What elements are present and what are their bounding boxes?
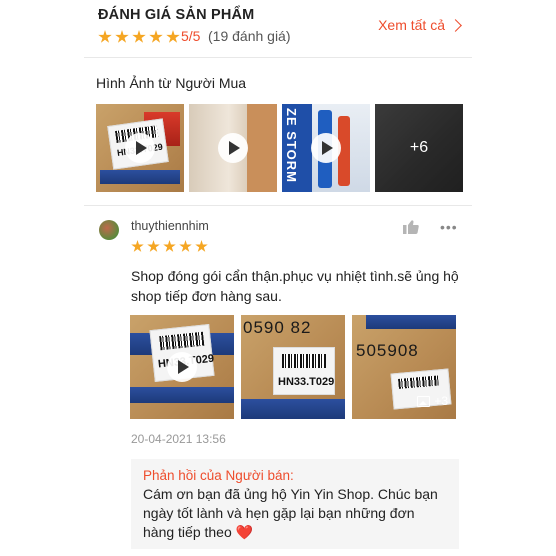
review-photos: HN33.T029 0590 82 HN33.T029 505908 +3 bbox=[130, 315, 456, 419]
review-photo-more[interactable]: 505908 +3 bbox=[352, 315, 456, 419]
star-icon bbox=[166, 30, 180, 43]
product-pack bbox=[241, 399, 345, 419]
star-icon bbox=[147, 240, 160, 252]
buyer-image-gallery: HN33.T029 ZE STORM +6 bbox=[96, 104, 463, 192]
buyer-video-thumb[interactable]: ZE STORM bbox=[282, 104, 370, 192]
star-icon bbox=[163, 240, 176, 252]
shipping-label: HN33.T029 bbox=[273, 347, 335, 395]
buyer-video-thumb[interactable] bbox=[189, 104, 277, 192]
heart-emoji: ❤️ bbox=[235, 524, 254, 540]
see-all-link[interactable]: Xem tất cả bbox=[378, 17, 462, 33]
barcode bbox=[282, 354, 326, 368]
seller-reply-title: Phản hồi của Người bán: bbox=[143, 468, 294, 483]
product-package: ZE STORM bbox=[282, 104, 312, 192]
star-icon bbox=[179, 240, 192, 252]
handwritten-digits: 0590 82 bbox=[243, 318, 312, 337]
label-code: HN33.T029 bbox=[278, 376, 335, 388]
review-stars bbox=[131, 240, 208, 253]
thumbs-up-icon[interactable] bbox=[403, 220, 419, 234]
image-icon bbox=[417, 395, 431, 407]
barcode bbox=[159, 331, 205, 351]
product-pack bbox=[100, 170, 180, 184]
divider bbox=[84, 57, 472, 58]
box-edge bbox=[247, 104, 277, 192]
more-images-count: +6 bbox=[375, 104, 463, 192]
review-text: Shop đóng gói cẩn thận.phục vụ nhiệt tìn… bbox=[131, 268, 459, 304]
see-all-label: Xem tất cả bbox=[378, 17, 445, 33]
star-icon bbox=[149, 30, 163, 43]
star-icon bbox=[132, 30, 146, 43]
rating-stars bbox=[98, 30, 180, 44]
ratings-title: ĐÁNH GIÁ SẢN PHẨM bbox=[98, 7, 255, 23]
rating-score: 5/5 bbox=[181, 28, 201, 44]
seller-reply-message: Cám ơn bạn đã ủng hộ Yin Yin Shop. Chúc … bbox=[143, 486, 438, 540]
buyer-video-thumb[interactable]: HN33.T029 bbox=[96, 104, 184, 192]
product-reviews-panel: ĐÁNH GIÁ SẢN PHẨM Xem tất cả 5/5 (19 đán… bbox=[84, 0, 472, 556]
seller-reply-text: Cám ơn bạn đã ủng hộ Yin Yin Shop. Chúc … bbox=[143, 485, 447, 542]
seller-reply: Phản hồi của Người bán: Cám ơn bạn đã ủn… bbox=[131, 459, 459, 549]
more-photos-count: +3 bbox=[434, 394, 448, 408]
play-icon bbox=[125, 133, 155, 163]
product-pack bbox=[366, 315, 456, 329]
reviewer-username[interactable]: thuythiennhim bbox=[131, 219, 209, 233]
buyer-images-title: Hình Ảnh từ Người Mua bbox=[96, 75, 247, 91]
avatar[interactable] bbox=[99, 220, 119, 240]
play-icon bbox=[218, 133, 248, 163]
play-icon bbox=[167, 352, 197, 382]
rating-count: (19 đánh giá) bbox=[208, 28, 291, 44]
star-icon bbox=[131, 240, 144, 252]
product-pack bbox=[130, 387, 234, 403]
package-brand: ZE STORM bbox=[284, 108, 299, 183]
review-video-thumb[interactable]: HN33.T029 bbox=[130, 315, 234, 419]
star-icon bbox=[115, 30, 129, 43]
more-photos-badge: +3 bbox=[417, 394, 448, 408]
chevron-right-icon bbox=[449, 19, 462, 32]
handwritten-digits: 505908 bbox=[356, 341, 419, 360]
more-dots-icon[interactable]: ••• bbox=[440, 219, 458, 235]
star-icon bbox=[195, 240, 208, 252]
review-photo[interactable]: 0590 82 HN33.T029 bbox=[241, 315, 345, 419]
divider bbox=[84, 205, 472, 206]
play-icon bbox=[311, 133, 341, 163]
barcode bbox=[398, 375, 439, 389]
review-date: 20-04-2021 13:56 bbox=[131, 432, 226, 446]
star-icon bbox=[98, 30, 112, 43]
buyer-image-more[interactable]: +6 bbox=[375, 104, 463, 192]
